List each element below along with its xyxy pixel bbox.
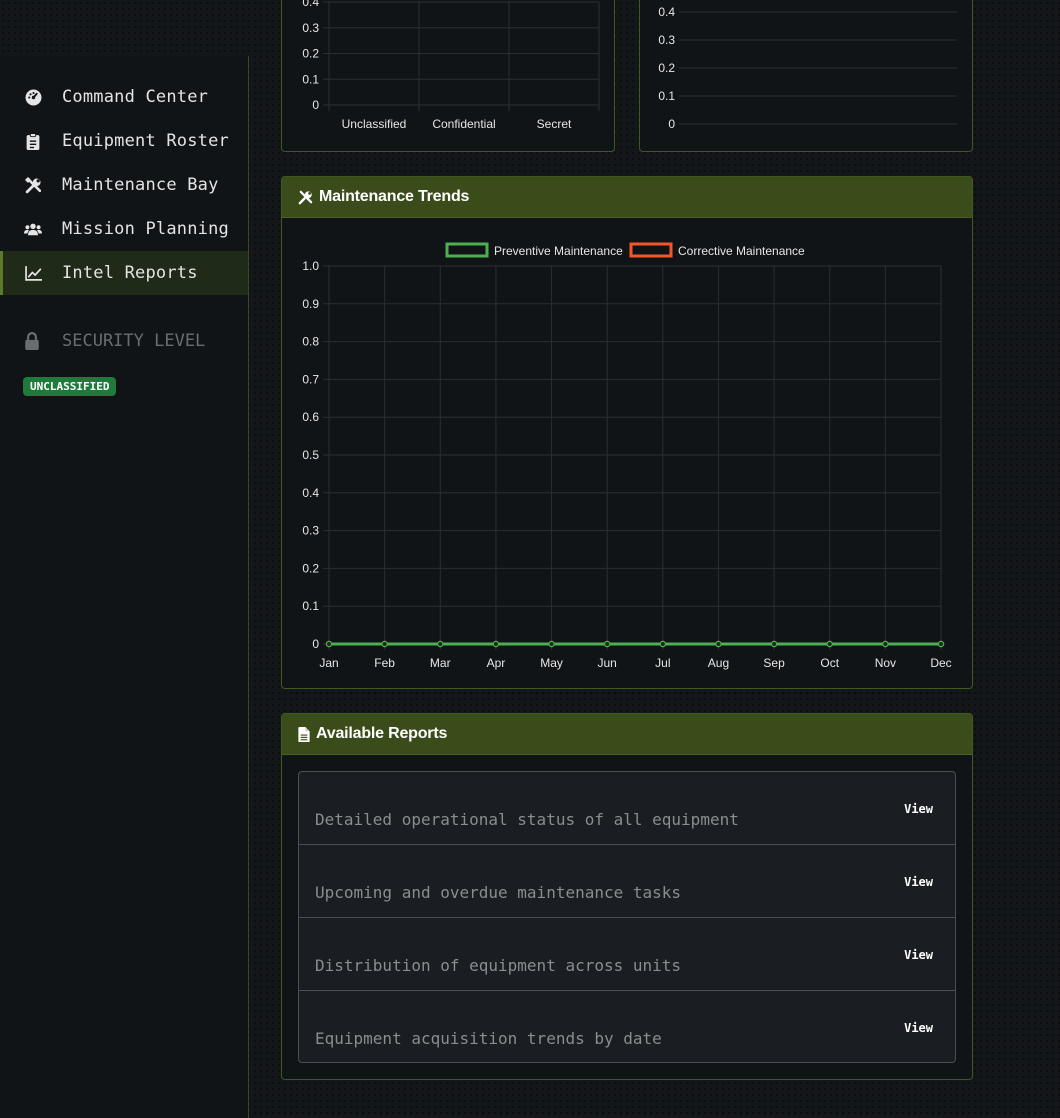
y-tick-label: 0.3 <box>302 524 319 538</box>
data-point <box>937 640 945 648</box>
available-reports-card: Available Reports Detailed operational s… <box>281 713 973 1080</box>
view-report-button[interactable]: View <box>904 948 933 962</box>
report-description: Detailed operational status of all equip… <box>315 810 739 829</box>
classification-chart-card: 0 0.1 0.2 0.3 0.4 Unclassified Confidential Sec… <box>281 0 615 152</box>
lock-icon <box>24 332 42 350</box>
security-level-label: SECURITY LEVEL <box>62 331 206 351</box>
y-tick-label: 0.6 <box>302 410 319 424</box>
sidebar-item-mission-planning[interactable]: Mission Planning <box>0 207 248 251</box>
sidebar-item-label: Command Center <box>62 87 209 107</box>
sidebar: Command Center Equipment Roster Maintena… <box>0 56 249 1118</box>
sidebar-item-maintenance-bay[interactable]: Maintenance Bay <box>0 163 248 207</box>
y-tick-label: 0.4 <box>302 0 319 9</box>
view-report-button[interactable]: View <box>904 802 933 816</box>
legend-label: Corrective Maintenance <box>678 244 805 258</box>
data-point <box>492 640 500 648</box>
card-header: Available Reports <box>282 714 972 755</box>
report-row: Distribution of equipment across units V… <box>299 918 955 991</box>
data-point <box>882 640 889 648</box>
legend-label: Preventive Maintenance <box>494 244 623 258</box>
x-tick-label: May <box>540 656 563 670</box>
reports-list: Detailed operational status of all equip… <box>298 771 956 1063</box>
chart-line-icon <box>24 264 42 282</box>
secondary-bar-chart: 0 0.1 0.2 0.3 0.4 <box>658 5 957 131</box>
x-tick-label: Jul <box>655 656 670 670</box>
x-tick-label: Mar <box>430 656 451 670</box>
y-tick-label: 0.4 <box>658 5 675 19</box>
sidebar-item-label: Equipment Roster <box>62 131 229 151</box>
card-title: Maintenance Trends <box>319 188 470 205</box>
x-tick-label: Secret <box>537 117 572 131</box>
x-tick-label: Apr <box>487 656 506 670</box>
sidebar-item-label: Maintenance Bay <box>62 175 219 195</box>
x-tick-label: Unclassified <box>342 117 407 131</box>
x-tick-label: Feb <box>374 656 395 670</box>
y-tick-label: 0.8 <box>302 335 319 349</box>
x-tick-label: Sep <box>763 656 785 670</box>
data-point <box>325 640 333 648</box>
sidebar-item-label: Intel Reports <box>62 263 198 283</box>
security-badge: UNCLASSIFIED <box>23 377 117 396</box>
y-tick-label: 0.2 <box>658 61 675 75</box>
y-tick-label: 0.2 <box>302 561 319 575</box>
view-report-button[interactable]: View <box>904 875 933 889</box>
y-tick-label: 0 <box>668 117 675 131</box>
card-header: Maintenance Trends <box>282 177 972 218</box>
data-point <box>437 640 444 648</box>
y-tick-label: 0.4 <box>302 486 319 500</box>
report-row: Detailed operational status of all equip… <box>299 772 955 845</box>
report-description: Distribution of equipment across units <box>315 956 682 975</box>
y-tick-label: 0.3 <box>658 33 675 47</box>
y-tick-label: 0.9 <box>302 297 319 311</box>
classification-bar-chart: 0 0.1 0.2 0.3 0.4 Unclassified Confidential Sec… <box>302 0 600 131</box>
x-tick-label: Jun <box>598 656 617 670</box>
users-group-icon <box>24 220 42 238</box>
y-tick-label: 0.2 <box>302 47 319 61</box>
y-tick-label: 0.1 <box>302 72 319 86</box>
y-tick-label: 0.1 <box>302 599 319 613</box>
maintenance-trends-card: Maintenance Trends 0 0.1 0.2 0.3 0.4 0.5 0.6 0.… <box>281 176 973 689</box>
data-point <box>659 640 667 648</box>
y-tick-label: 0 <box>312 637 319 651</box>
sidebar-item-label: Mission Planning <box>62 219 229 239</box>
x-tick-label: Dec <box>930 656 951 670</box>
dashboard-gauge-icon <box>24 88 42 106</box>
report-description: Upcoming and overdue maintenance tasks <box>315 883 682 902</box>
y-tick-label: 0.1 <box>658 89 675 103</box>
x-tick-label: Aug <box>708 656 729 670</box>
data-point <box>770 640 778 648</box>
secondary-chart-card: 0 0.1 0.2 0.3 0.4 <box>639 0 973 152</box>
sidebar-item-equipment-roster[interactable]: Equipment Roster <box>0 119 248 163</box>
maintenance-trends-line-chart: 0 0.1 0.2 0.3 0.4 0.5 0.6 0.7 0.8 0.9 1.0 Jan Feb Mar… <box>302 242 952 670</box>
tools-icon <box>298 190 313 205</box>
data-point <box>715 640 722 648</box>
y-tick-label: 0.3 <box>302 21 319 35</box>
x-tick-label: Jan <box>319 656 338 670</box>
data-point <box>381 640 388 648</box>
x-tick-label: Oct <box>820 656 839 670</box>
clipboard-list-icon <box>24 132 42 150</box>
tools-icon <box>24 176 42 194</box>
card-title: Available Reports <box>316 725 448 742</box>
y-tick-label: 1.0 <box>302 259 319 273</box>
report-row: Equipment acquisition trends by date Vie… <box>299 991 955 1062</box>
report-description: Equipment acquisition trends by date <box>315 1029 662 1048</box>
data-point <box>548 640 555 648</box>
y-tick-label: 0.7 <box>302 372 319 386</box>
x-tick-label: Nov <box>875 656 896 670</box>
x-tick-label: Confidential <box>432 117 495 131</box>
file-document-icon <box>298 726 310 742</box>
legend-swatch <box>629 242 673 258</box>
y-tick-label: 0.5 <box>302 448 319 462</box>
sidebar-item-intel-reports[interactable]: Intel Reports <box>0 251 248 295</box>
data-point <box>603 640 611 648</box>
sidebar-item-command-center[interactable]: Command Center <box>0 75 248 119</box>
view-report-button[interactable]: View <box>904 1021 933 1035</box>
data-point <box>826 640 833 648</box>
report-row: Upcoming and overdue maintenance tasks V… <box>299 845 955 918</box>
y-tick-label: 0 <box>312 98 319 112</box>
legend-swatch <box>445 242 489 258</box>
